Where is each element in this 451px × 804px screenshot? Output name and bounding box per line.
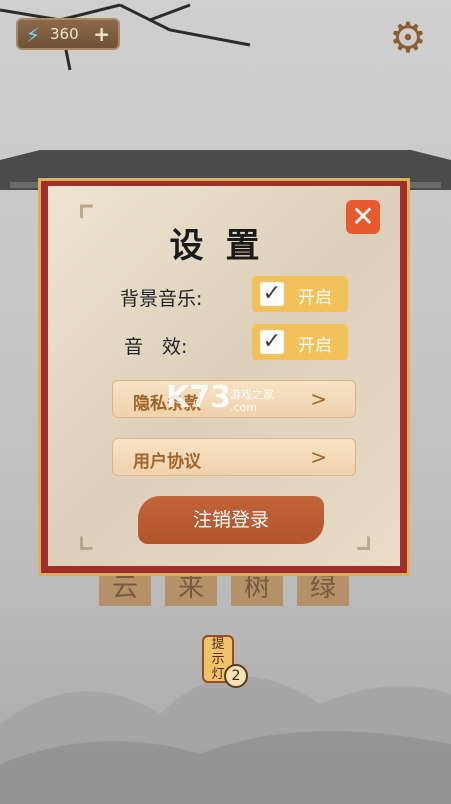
corner-ornament-icon: ⌞: [76, 511, 96, 557]
sfx-toggle-label: 开启: [298, 336, 332, 356]
hint-count-badge: 2: [224, 664, 248, 688]
sfx-label: 音 效:: [124, 336, 188, 358]
answer-tiles: 云 来 树 绿: [95, 570, 353, 610]
corner-ornament-icon: ⌟: [354, 511, 374, 557]
close-icon[interactable]: ✕: [346, 200, 380, 234]
watermark-logo: K73: [166, 380, 231, 415]
logout-button[interactable]: 注销登录: [138, 496, 324, 544]
chevron-right-icon: >: [310, 387, 327, 411]
plus-icon[interactable]: +: [93, 22, 110, 46]
checkmark-icon: ✓: [260, 330, 284, 354]
gear-icon[interactable]: ⚙: [386, 16, 430, 60]
sfx-toggle[interactable]: ✓ 开启: [252, 324, 348, 360]
dialog-title: 设置: [169, 226, 282, 266]
bgm-toggle-label: 开启: [298, 288, 332, 308]
watermark-text: 游戏之家 .com: [230, 388, 274, 414]
energy-value: 360: [50, 25, 79, 43]
checkmark-icon: ✓: [260, 282, 284, 306]
user-agreement-button[interactable]: 用户协议 >: [112, 438, 356, 476]
lightning-icon: ⚡: [26, 23, 41, 47]
chevron-right-icon: >: [310, 445, 327, 469]
bgm-toggle[interactable]: ✓ 开启: [252, 276, 348, 312]
energy-counter: ⚡ 360 +: [16, 18, 120, 50]
bgm-label: 背景音乐:: [120, 288, 203, 310]
user-agreement-label: 用户协议: [133, 452, 201, 472]
